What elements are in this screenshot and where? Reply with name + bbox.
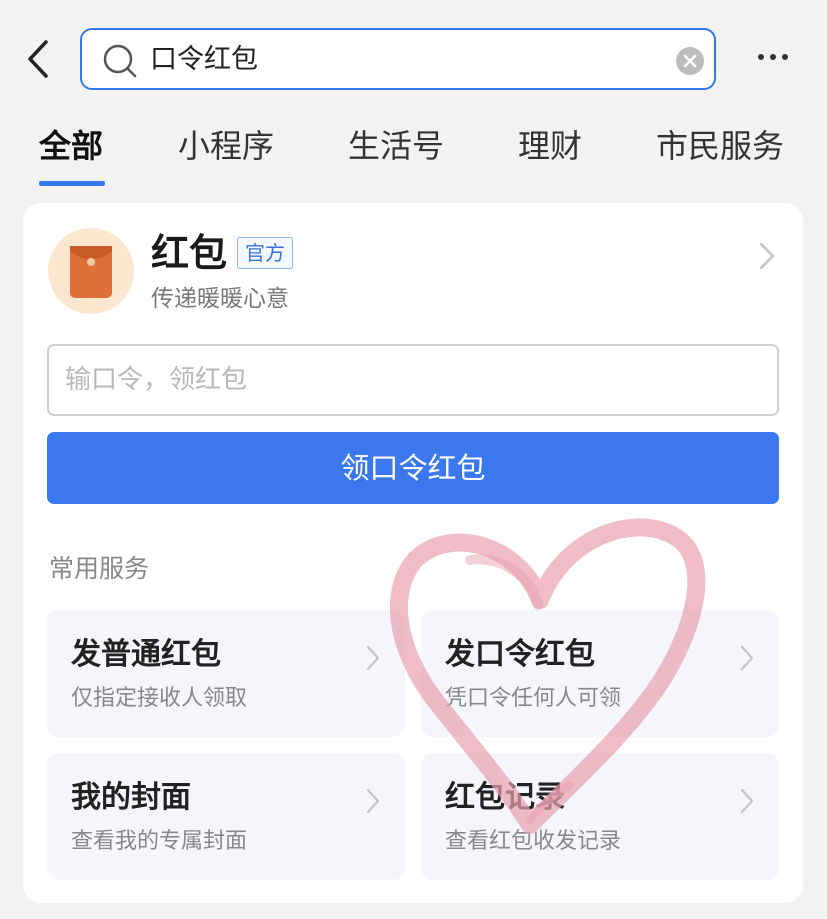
top-bar: 口令红包	[0, 0, 827, 118]
official-badge: 官方	[237, 237, 293, 269]
service-red-packet-records[interactable]: 红包记录 查看红包收发记录	[421, 753, 779, 880]
search-query: 口令红包	[150, 44, 258, 75]
chevron-right-icon[interactable]	[757, 241, 777, 271]
back-button[interactable]	[22, 38, 58, 82]
more-icon	[758, 54, 788, 60]
service-send-password-red-packet[interactable]: 发口令红包 凭口令任何人可领	[421, 610, 779, 737]
app-logo[interactable]	[48, 228, 134, 314]
tab-life-accounts[interactable]: 生活号	[348, 124, 444, 168]
service-subtitle: 查看红包收发记录	[445, 829, 622, 854]
service-subtitle: 查看我的专属封面	[71, 829, 248, 854]
chevron-right-icon	[740, 788, 754, 814]
service-subtitle: 仅指定接收人领取	[71, 686, 248, 711]
app-subtitle: 传递暖暖心意	[151, 286, 289, 312]
service-title: 发普通红包	[71, 637, 221, 672]
active-tab-indicator	[39, 181, 105, 186]
chevron-right-icon	[740, 645, 754, 671]
back-arrow-icon	[28, 40, 48, 78]
tab-wealth[interactable]: 理财	[518, 124, 582, 168]
claim-red-packet-button[interactable]: 领口令红包	[47, 432, 779, 504]
tab-bar: 全部 小程序 生活号 理财 市民服务	[0, 118, 827, 190]
tab-all[interactable]: 全部	[39, 124, 103, 168]
chevron-right-icon	[366, 645, 380, 671]
section-title-common-services: 常用服务	[49, 554, 150, 583]
service-my-covers[interactable]: 我的封面 查看我的专属封面	[47, 753, 405, 880]
more-button[interactable]	[752, 45, 796, 69]
search-input[interactable]: 口令红包	[80, 28, 716, 90]
red-envelope-icon	[70, 246, 112, 298]
chevron-right-icon	[366, 788, 380, 814]
tab-mini-programs[interactable]: 小程序	[178, 124, 274, 168]
clear-icon[interactable]	[676, 47, 704, 75]
service-send-normal-red-packet[interactable]: 发普通红包 仅指定接收人领取	[47, 610, 405, 737]
service-title: 红包记录	[445, 780, 565, 815]
red-packet-card: 红包 官方 传递暖暖心意 领口令红包 常用服务 发普通红包 仅指定接收人领取 发…	[23, 203, 803, 903]
tab-citizen-services[interactable]: 市民服务	[656, 124, 784, 168]
service-title: 我的封面	[71, 780, 191, 815]
service-title: 发口令红包	[445, 637, 595, 672]
service-subtitle: 凭口令任何人可领	[445, 686, 622, 711]
password-code-input[interactable]	[47, 344, 779, 416]
search-icon	[103, 44, 137, 78]
app-title[interactable]: 红包	[151, 229, 227, 277]
